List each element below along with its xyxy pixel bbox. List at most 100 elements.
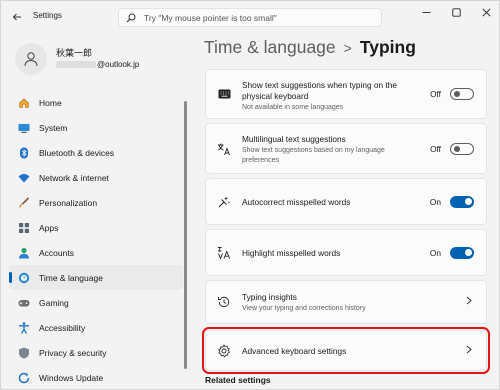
autocorrect-icon bbox=[217, 195, 231, 209]
sidebar-item-system[interactable]: System bbox=[9, 115, 183, 140]
sidebar-item-label: Accounts bbox=[39, 247, 74, 258]
setting-advanced-keyboard[interactable]: Advanced keyboard settings bbox=[202, 327, 490, 374]
history-icon bbox=[217, 295, 231, 309]
sidebar-item-personalization[interactable]: Personalization bbox=[9, 190, 183, 215]
setting-title: Highlight misspelled words bbox=[242, 248, 341, 258]
breadcrumb: Time & language > Typing bbox=[204, 37, 416, 58]
search-input[interactable] bbox=[144, 12, 374, 23]
setting-text-suggestions-physical[interactable]: Show text suggestions when typing on the… bbox=[205, 69, 487, 119]
sidebar-item-label: Gaming bbox=[39, 297, 69, 308]
sidebar-item-label: Windows Update bbox=[39, 372, 104, 383]
highlight-spelling-icon bbox=[217, 246, 231, 260]
text-suggestions-toggle[interactable] bbox=[450, 88, 474, 100]
minimize-icon bbox=[422, 11, 430, 13]
toggle-control[interactable]: Off bbox=[430, 88, 474, 100]
setting-subtitle: View your typing and corrections history bbox=[242, 305, 366, 312]
setting-title: Autocorrect misspelled words bbox=[242, 197, 351, 207]
toggle-control[interactable]: On bbox=[429, 246, 474, 259]
sidebar-item-label: System bbox=[39, 122, 68, 133]
search-icon bbox=[125, 12, 137, 24]
title-bar: Settings bbox=[1, 1, 500, 33]
sidebar-item-label: Network & internet bbox=[39, 172, 109, 183]
search-box[interactable] bbox=[118, 8, 382, 27]
user-email: @outlook.jp bbox=[56, 60, 139, 69]
user-avatar-icon bbox=[24, 52, 38, 67]
setting-multilingual-suggestions[interactable]: Multilingual text suggestions Show text … bbox=[205, 123, 487, 174]
accessibility-icon bbox=[18, 321, 30, 334]
sidebar-item-label: Bluetooth & devices bbox=[39, 147, 115, 158]
person-icon bbox=[18, 247, 30, 259]
sidebar-item-windows-update[interactable]: Windows Update bbox=[9, 365, 183, 390]
sidebar-item-privacy[interactable]: Privacy & security bbox=[9, 340, 183, 365]
sidebar-item-bluetooth[interactable]: Bluetooth & devices bbox=[9, 140, 183, 165]
related-settings-heading: Related settings bbox=[205, 375, 271, 385]
home-icon bbox=[18, 97, 30, 109]
paintbrush-icon bbox=[18, 196, 30, 209]
setting-title: Advanced keyboard settings bbox=[242, 346, 347, 356]
setting-title: Multilingual text suggestions bbox=[242, 134, 346, 144]
sidebar-item-label: Personalization bbox=[39, 197, 98, 208]
keyboard-icon bbox=[217, 87, 231, 101]
setting-typing-insights[interactable]: Typing insights View your typing and cor… bbox=[205, 280, 487, 324]
chevron-right-icon bbox=[466, 296, 472, 308]
gear-icon bbox=[217, 343, 231, 358]
page-title: Typing bbox=[359, 37, 416, 57]
wifi-icon bbox=[18, 172, 30, 184]
bluetooth-icon bbox=[18, 147, 30, 159]
sidebar-item-gaming[interactable]: Gaming bbox=[9, 290, 183, 315]
monitor-icon bbox=[18, 122, 30, 134]
sidebar-item-network[interactable]: Network & internet bbox=[9, 165, 183, 190]
sidebar-item-label: Time & language bbox=[39, 272, 103, 283]
setting-highlight-misspelled[interactable]: Highlight misspelled words On bbox=[205, 229, 487, 276]
redacted-email-part bbox=[56, 61, 96, 69]
multilingual-toggle[interactable] bbox=[450, 142, 474, 155]
back-arrow-icon bbox=[12, 13, 21, 21]
minimize-button[interactable] bbox=[411, 1, 441, 23]
app-title: Settings bbox=[33, 11, 62, 20]
toggle-state-label: On bbox=[429, 196, 441, 207]
toggle-state-label: On bbox=[429, 247, 441, 258]
setting-subtitle: Show text suggestions based on my langua… bbox=[242, 147, 385, 164]
sidebar-item-home[interactable]: Home bbox=[9, 90, 183, 115]
gamepad-icon bbox=[18, 297, 30, 309]
sidebar-scrollbar[interactable] bbox=[184, 101, 187, 369]
breadcrumb-parent[interactable]: Time & language bbox=[204, 37, 336, 58]
toggle-control[interactable]: Off bbox=[430, 142, 474, 155]
toggle-state-label: Off bbox=[430, 143, 441, 154]
sidebar-nav: Home System Bluetooth & devices Network … bbox=[9, 90, 183, 390]
settings-window: Settings 秋葉一郎 @outlook.jp bbox=[0, 0, 500, 390]
multilingual-icon bbox=[217, 142, 231, 156]
sidebar-item-time-language[interactable]: Time & language bbox=[9, 265, 183, 290]
sidebar-item-label: Apps bbox=[39, 222, 59, 233]
user-name: 秋葉一郎 bbox=[56, 48, 93, 58]
globe-clock-icon bbox=[18, 272, 30, 284]
toggle-control[interactable]: On bbox=[429, 195, 474, 208]
maximize-button[interactable] bbox=[441, 1, 471, 23]
close-icon bbox=[481, 7, 491, 17]
setting-title: Typing insights bbox=[242, 292, 297, 302]
toggle-knob bbox=[464, 198, 472, 205]
toggle-knob bbox=[453, 91, 460, 97]
sidebar-item-apps[interactable]: Apps bbox=[9, 215, 183, 240]
sidebar-item-accessibility[interactable]: Accessibility bbox=[9, 315, 183, 340]
breadcrumb-separator: > bbox=[343, 39, 352, 56]
back-button[interactable] bbox=[7, 7, 27, 27]
chevron-right-icon bbox=[466, 345, 472, 357]
sidebar-item-label: Privacy & security bbox=[39, 347, 107, 358]
close-button[interactable] bbox=[471, 1, 500, 23]
highlight-misspelled-toggle[interactable] bbox=[450, 246, 474, 259]
setting-title: Show text suggestions when typing on the… bbox=[242, 80, 397, 101]
window-controls bbox=[411, 1, 500, 23]
user-profile[interactable]: 秋葉一郎 @outlook.jp bbox=[15, 43, 185, 77]
sidebar-item-accounts[interactable]: Accounts bbox=[9, 240, 183, 265]
toggle-knob bbox=[453, 145, 460, 152]
email-domain: @outlook.jp bbox=[97, 60, 140, 69]
apps-icon bbox=[18, 222, 30, 234]
setting-autocorrect[interactable]: Autocorrect misspelled words On bbox=[205, 178, 487, 225]
maximize-icon bbox=[451, 7, 461, 17]
autocorrect-toggle[interactable] bbox=[450, 195, 474, 208]
sidebar-item-label: Home bbox=[39, 97, 62, 108]
avatar bbox=[15, 43, 47, 75]
settings-list: Show text suggestions when typing on the… bbox=[202, 69, 490, 375]
setting-subtitle: Not available in some languages bbox=[242, 104, 344, 111]
